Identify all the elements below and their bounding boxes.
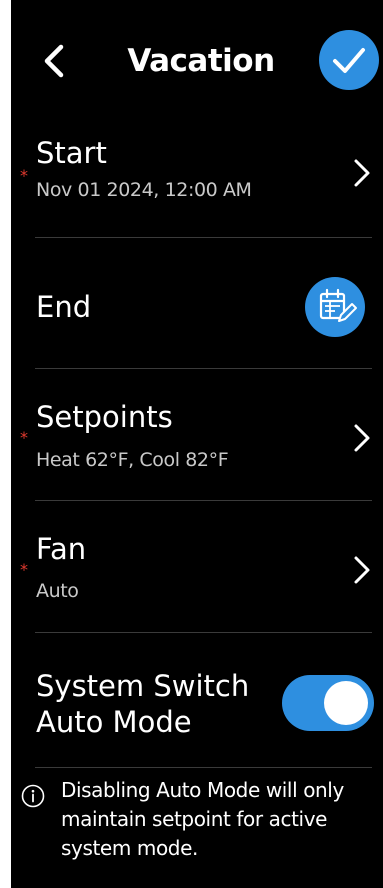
- back-button[interactable]: [35, 36, 75, 86]
- page-title: Vacation: [127, 43, 275, 79]
- setpoints-row[interactable]: Setpoints * Heat 62°F, Cool 82°F: [11, 369, 383, 499]
- fan-label: Fan: [36, 532, 87, 566]
- calendar-edit-button[interactable]: [305, 277, 365, 337]
- system-switch-label: System Switch Auto Mode: [36, 669, 250, 739]
- checkmark-icon: [333, 48, 365, 73]
- fan-value: Auto: [36, 580, 79, 602]
- fan-row[interactable]: Fan * Auto: [11, 501, 383, 631]
- required-marker: *: [20, 560, 28, 579]
- vacation-screen: Vacation Start * Nov 01 2024, 12:00 AM E…: [11, 0, 383, 888]
- start-row[interactable]: Start * Nov 01 2024, 12:00 AM: [11, 120, 383, 235]
- header: Vacation: [11, 0, 383, 120]
- chevron-right-icon: [354, 556, 370, 584]
- info-note: Disabling Auto Mode will only maintain s…: [61, 778, 344, 860]
- start-label: Start: [36, 136, 107, 170]
- setpoints-label: Setpoints: [36, 400, 173, 434]
- toggle-knob[interactable]: [324, 681, 368, 725]
- required-marker: *: [20, 428, 28, 447]
- setpoints-value: Heat 62°F, Cool 82°F: [36, 449, 229, 471]
- required-marker: *: [20, 166, 28, 185]
- confirm-button[interactable]: [319, 30, 379, 90]
- divider: [35, 767, 372, 768]
- auto-mode-toggle[interactable]: [282, 675, 374, 731]
- end-label: End: [36, 290, 92, 324]
- end-row: End: [11, 238, 383, 368]
- chevron-left-icon: [44, 44, 64, 78]
- chevron-right-icon: [354, 424, 370, 452]
- calendar-edit-icon: [319, 288, 357, 322]
- divider: [35, 632, 372, 633]
- info-icon: [21, 784, 45, 808]
- start-value: Nov 01 2024, 12:00 AM: [36, 179, 252, 201]
- chevron-right-icon: [354, 159, 370, 187]
